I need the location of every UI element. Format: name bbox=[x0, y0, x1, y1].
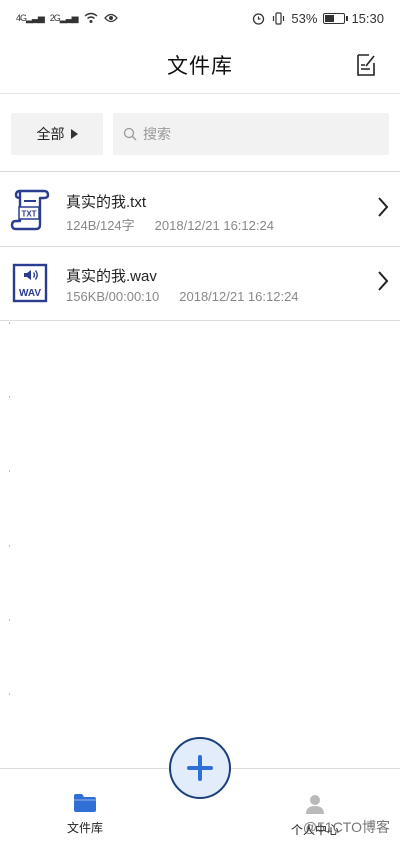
filter-dropdown-label: 全部 bbox=[36, 126, 65, 142]
file-date: 2018/12/21 16:12:24 bbox=[179, 289, 299, 304]
edge-mark bbox=[9, 693, 10, 695]
eye-icon bbox=[103, 11, 118, 25]
battery-fill bbox=[325, 14, 335, 22]
vibrate-icon bbox=[271, 11, 285, 25]
edge-mark bbox=[9, 545, 10, 547]
search-icon bbox=[123, 127, 137, 141]
page-title: 文件库 bbox=[167, 54, 233, 78]
nav-library-label: 文件库 bbox=[66, 821, 103, 835]
file-meta: 156KB/00:00:10 2018/12/21 16:12:24 bbox=[66, 289, 299, 304]
txt-scroll-icon: TXT bbox=[10, 187, 50, 231]
edit-button[interactable] bbox=[354, 52, 378, 78]
cell-signal-1-icon: 4G▂▃▅ bbox=[16, 12, 45, 23]
nav-library[interactable]: 文件库 bbox=[40, 793, 130, 836]
alarm-icon bbox=[251, 11, 265, 25]
edge-mark bbox=[9, 396, 10, 398]
file-row-txt[interactable]: TXT 真实的我.txt 124B/124字 2018/12/21 16:12:2… bbox=[0, 173, 400, 247]
file-row-wav[interactable]: WAV 真实的我.wav 156KB/00:00:10 2018/12/21 16… bbox=[0, 247, 400, 321]
wifi-icon bbox=[84, 11, 98, 25]
search-input[interactable] bbox=[143, 126, 363, 142]
status-right: 53% 15:30 bbox=[251, 11, 384, 26]
file-size: 124B/124字 bbox=[66, 218, 135, 233]
file-date: 2018/12/21 16:12:24 bbox=[154, 218, 274, 233]
filter-dropdown[interactable]: 全部 bbox=[11, 113, 103, 155]
wav-badge: WAV bbox=[19, 288, 41, 299]
search-box[interactable] bbox=[113, 113, 389, 155]
edge-mark bbox=[9, 322, 10, 324]
plus-icon bbox=[187, 755, 213, 781]
txt-badge: TXT bbox=[21, 210, 36, 219]
user-icon bbox=[306, 795, 324, 814]
status-bar: 4G▂▃▅ 2G▂▃▅ 53% 15:30 bbox=[0, 0, 400, 36]
battery-percent: 53% bbox=[291, 10, 318, 26]
filter-bar: 全部 bbox=[0, 94, 400, 172]
caret-right-icon bbox=[70, 129, 78, 139]
folder-icon bbox=[74, 794, 96, 812]
edit-note-icon bbox=[357, 54, 375, 76]
cell-signal-2-icon: 2G▂▃▅ bbox=[49, 12, 79, 23]
file-name: 真实的我.wav bbox=[66, 268, 157, 285]
file-list: TXT 真实的我.txt 124B/124字 2018/12/21 16:12:2… bbox=[0, 173, 400, 321]
clock: 15:30 bbox=[351, 10, 384, 26]
status-left: 4G▂▃▅ 2G▂▃▅ bbox=[16, 11, 118, 25]
edge-mark bbox=[9, 470, 10, 472]
watermark: @51CTO博客 bbox=[302, 819, 390, 835]
chevron-right-icon bbox=[378, 271, 389, 291]
edge-mark bbox=[9, 619, 10, 621]
wav-audio-icon: WAV bbox=[10, 261, 50, 305]
signal-1-label: 4G bbox=[16, 12, 27, 23]
file-size: 156KB/00:00:10 bbox=[66, 289, 160, 304]
app-header: 文件库 bbox=[0, 36, 400, 94]
file-name: 真实的我.txt bbox=[66, 194, 147, 211]
file-meta: 124B/124字 2018/12/21 16:12:24 bbox=[66, 215, 274, 234]
battery-icon bbox=[323, 12, 349, 24]
signal-2-label: 2G bbox=[49, 12, 61, 23]
add-button[interactable] bbox=[169, 737, 231, 799]
chevron-right-icon bbox=[378, 197, 389, 217]
